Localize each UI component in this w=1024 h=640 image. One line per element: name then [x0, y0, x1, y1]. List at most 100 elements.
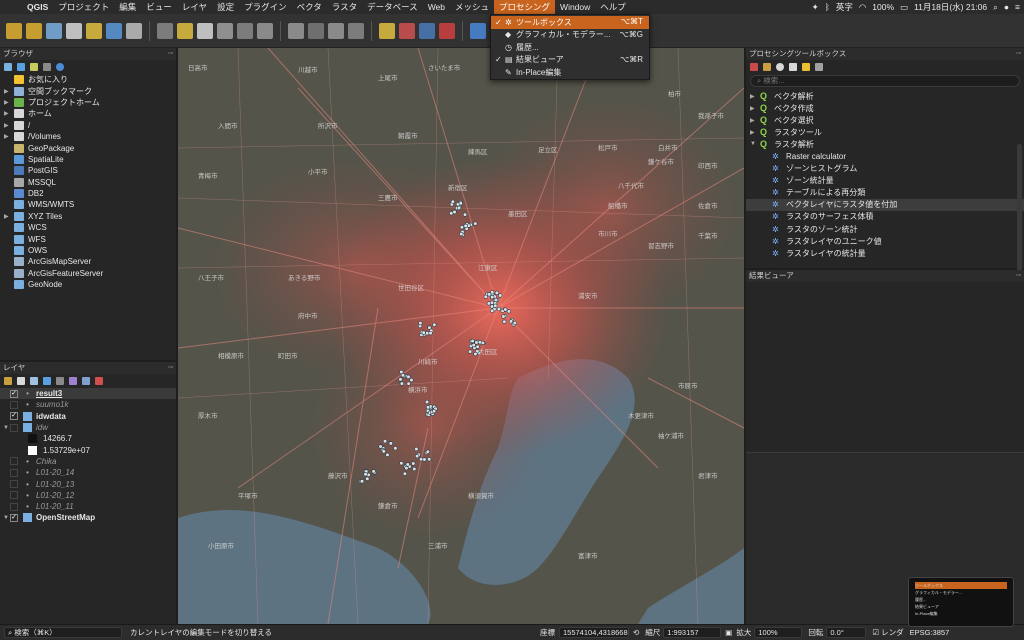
menu-item-toolbox[interactable]: ✓ ✲ ツールボックス ⌥⌘T: [491, 16, 649, 29]
toolbar-tool-23-icon[interactable]: [439, 22, 455, 39]
toolbar-tool-25-icon[interactable]: [470, 22, 486, 39]
expand-arrow-icon[interactable]: ▼: [0, 515, 10, 521]
browser-item[interactable]: ▶ プロジェクトホーム: [0, 97, 176, 108]
info-icon[interactable]: [56, 63, 64, 71]
coordinate-field[interactable]: 15574104,4318668: [559, 627, 629, 638]
menu-1[interactable]: 編集: [114, 0, 141, 14]
expand-arrow-icon[interactable]: ▶: [4, 110, 14, 117]
browser-item[interactable]: ▶ ホーム: [0, 108, 176, 119]
refresh-icon[interactable]: [17, 63, 25, 71]
layer-item[interactable]: • L01-20_11: [0, 501, 176, 512]
eye-icon[interactable]: [30, 377, 38, 385]
expand-icon[interactable]: [69, 377, 77, 385]
toolbar-tool-3-icon[interactable]: [66, 22, 82, 39]
processing-search-input[interactable]: ⌕ 検索...: [750, 75, 1020, 87]
crs-button[interactable]: EPSG:3857: [910, 628, 950, 637]
toolbar-tool-5-icon[interactable]: [106, 22, 122, 39]
toolbar-tool-21-icon[interactable]: [399, 22, 415, 39]
layer-item[interactable]: • L01-20_13: [0, 478, 176, 489]
processing-algorithm[interactable]: ✲ ベクタレイヤにラスタ値を付加: [746, 198, 1024, 211]
wifi-icon[interactable]: ◠: [859, 2, 866, 13]
browser-item[interactable]: GeoNode: [0, 279, 176, 290]
expand-arrow-icon[interactable]: ▶: [4, 213, 14, 220]
browser-item[interactable]: DB2: [0, 188, 176, 199]
layer-item[interactable]: ✓ • result3: [0, 388, 176, 400]
add-group-icon[interactable]: [17, 377, 25, 385]
processing-algorithm[interactable]: ✲ ラスタレイヤの統計量: [746, 247, 1024, 259]
toolbar-tool-22-icon[interactable]: [419, 22, 435, 39]
layer-visibility-checkbox[interactable]: ✓: [10, 412, 18, 421]
battery-icon[interactable]: ▭: [900, 2, 908, 13]
collapse-icon[interactable]: [43, 63, 51, 71]
browser-item[interactable]: MSSQL: [0, 177, 176, 188]
layer-visibility-checkbox[interactable]: [10, 480, 18, 489]
menu-4[interactable]: 設定: [212, 0, 239, 14]
toggle-extents-icon[interactable]: ⟲: [633, 628, 639, 637]
menu-7[interactable]: ラスタ: [327, 0, 362, 14]
menu-10[interactable]: メッシュ: [450, 0, 494, 14]
user-icon[interactable]: ●: [1004, 2, 1009, 12]
expand-arrow-icon[interactable]: ▼: [0, 425, 10, 431]
toolbar-tool-8-icon[interactable]: [157, 22, 173, 39]
processing-algorithm[interactable]: ✲ Raster calculator: [746, 150, 1024, 162]
layer-visibility-checkbox[interactable]: [10, 491, 18, 500]
menu-2[interactable]: ビュー: [141, 0, 177, 14]
spotlight-icon[interactable]: ⌕: [993, 2, 998, 13]
expand-arrow-icon[interactable]: ▶: [750, 129, 760, 136]
browser-item[interactable]: GeoPackage: [0, 142, 176, 153]
layer-item[interactable]: • L01-20_14: [0, 467, 176, 478]
layer-item[interactable]: • Chika: [0, 456, 176, 467]
toolbar-tool-1-icon[interactable]: [26, 22, 42, 39]
screenshot-thumbnail[interactable]: ツールボックス グラフィカル・モデラー... 履歴... 結果ビューア In-Place…: [908, 577, 1014, 627]
add-layer-icon[interactable]: [4, 63, 12, 71]
layer-visibility-checkbox[interactable]: ✓: [10, 389, 18, 398]
processing-group[interactable]: ▶ Q ベクタ解析: [746, 90, 1024, 102]
panel-float-close-icon[interactable]: ▫▫: [168, 48, 173, 60]
render-checkbox[interactable]: ☑: [872, 628, 879, 637]
processing-group[interactable]: ▶ Q ベクタ選択: [746, 114, 1024, 126]
magnify-field[interactable]: 100%: [754, 627, 803, 638]
browser-item[interactable]: ▶ XYZ Tiles: [0, 211, 176, 222]
toolbar-tool-17-icon[interactable]: [328, 22, 344, 39]
browser-item[interactable]: お気に入り: [0, 74, 176, 85]
processing-algorithm[interactable]: ✲ ゾーン統計量: [746, 175, 1024, 187]
layer-item[interactable]: 14266.7: [0, 433, 176, 444]
browser-item[interactable]: WFS: [0, 233, 176, 244]
browser-item[interactable]: SpatiaLite: [0, 154, 176, 165]
menu-item-results[interactable]: ✓ ▤ 結果ビューア ⌥⌘R: [491, 54, 649, 67]
filter-legend-icon[interactable]: [43, 377, 51, 385]
menu-13[interactable]: ヘルプ: [595, 0, 631, 14]
browser-item[interactable]: ▶ /Volumes: [0, 131, 176, 142]
toolbar-tool-13-icon[interactable]: [257, 22, 273, 39]
layer-item[interactable]: • L01-20_12: [0, 490, 176, 501]
locator-search-input[interactable]: ⌕ 検索（⌘K）: [4, 627, 122, 638]
layer-visibility-checkbox[interactable]: ✓: [10, 513, 18, 522]
menu-9[interactable]: Web: [423, 0, 450, 14]
browser-item[interactable]: ▶ /: [0, 120, 176, 131]
map-canvas[interactable]: 日高市川越市上尾市さいたま市春日部市野田市柏市我孫子市白井市印西市入間市所沢市朝…: [178, 48, 744, 624]
panel-float-close-icon[interactable]: ▫▫: [168, 362, 173, 374]
browser-item[interactable]: ArcGisMapServer: [0, 256, 176, 267]
toolbar-tool-0-icon[interactable]: [6, 22, 22, 39]
bluetooth-icon[interactable]: ᛒ: [825, 2, 830, 12]
clock[interactable]: 11月18日(水) 21:06: [914, 1, 987, 13]
expand-arrow-icon[interactable]: ▼: [750, 141, 760, 147]
in-place-edit-icon[interactable]: [802, 63, 810, 71]
map-svg[interactable]: 日高市川越市上尾市さいたま市春日部市野田市柏市我孫子市白井市印西市入間市所沢市朝…: [178, 48, 744, 624]
menu-item-history[interactable]: ◷ 履歴...: [491, 41, 649, 54]
menu-5[interactable]: プラグイン: [239, 0, 292, 14]
toolbar-tool-16-icon[interactable]: [308, 22, 324, 39]
panel-float-close-icon[interactable]: ▫▫: [1016, 270, 1021, 282]
toolbar-tool-2-icon[interactable]: [46, 22, 62, 39]
expand-arrow-icon[interactable]: ▶: [750, 105, 760, 112]
processing-algorithm[interactable]: ✲ ゾーンヒストグラム: [746, 163, 1024, 175]
layer-item[interactable]: ▼ ✓ OpenStreetMap: [0, 512, 176, 523]
browser-item[interactable]: ArcGisFeatureServer: [0, 268, 176, 279]
lock-icon[interactable]: ▣: [725, 628, 732, 637]
processing-algorithm[interactable]: ✲ ラスタのサーフェス体積: [746, 211, 1024, 223]
models-icon[interactable]: [750, 63, 758, 71]
menu-8[interactable]: データベース: [362, 0, 423, 14]
toolbar-tool-18-icon[interactable]: [348, 22, 364, 39]
history-icon[interactable]: [776, 63, 784, 71]
browser-item[interactable]: PostGIS: [0, 165, 176, 176]
